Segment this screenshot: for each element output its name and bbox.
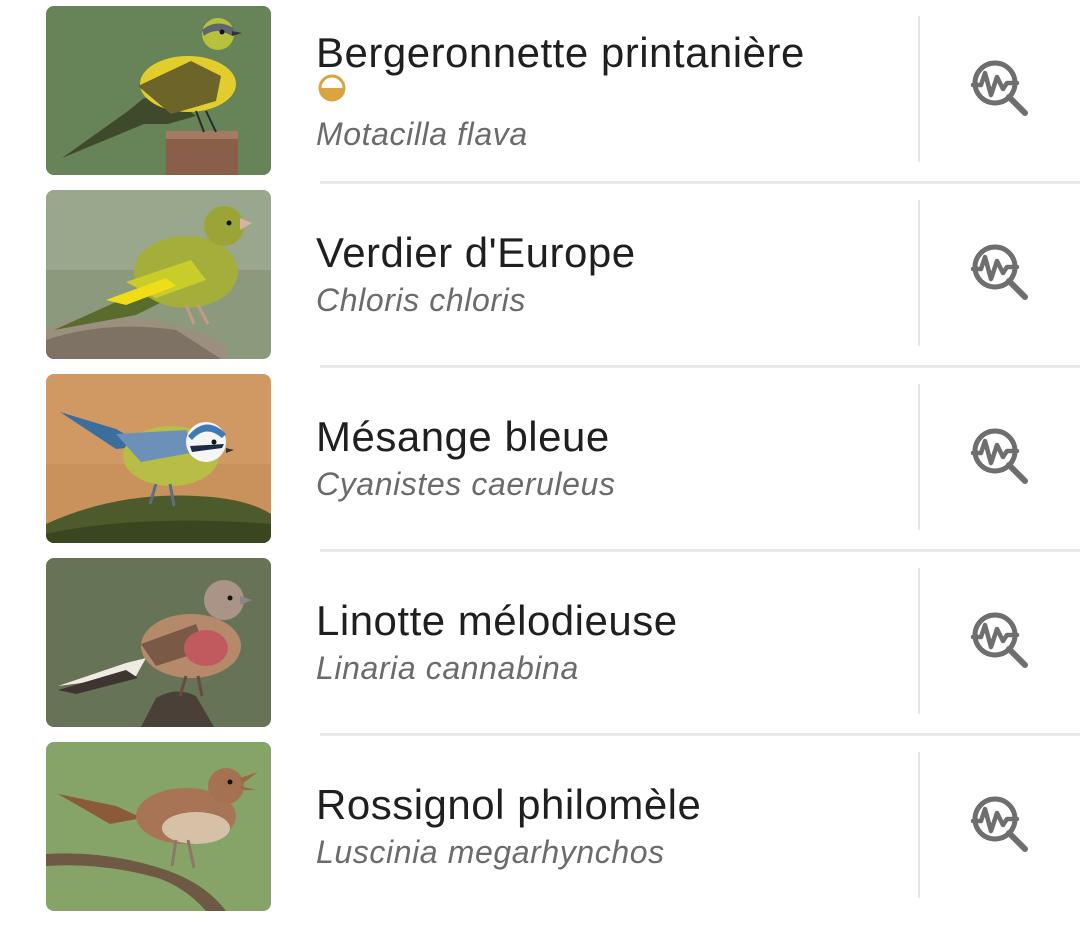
species-list: Bergeronnette printanière Motacilla flav… xyxy=(0,0,1080,945)
vertical-divider xyxy=(918,384,920,530)
greenfinch-photo xyxy=(46,190,271,359)
species-scientific-name: Motacilla flava xyxy=(316,116,528,152)
vertical-divider xyxy=(918,16,920,162)
sonogram-search-icon xyxy=(970,428,1028,484)
blue-tit-photo xyxy=(46,374,271,543)
species-text: Bergeronnette printanière Motacilla flav… xyxy=(316,28,910,154)
species-row-chloris-chloris[interactable]: Verdier d'Europe Chloris chloris xyxy=(0,184,1080,368)
species-common-name: Mésange bleue xyxy=(316,413,610,460)
sonogram-search-icon xyxy=(970,244,1028,300)
sonogram-search-button[interactable] xyxy=(962,234,1038,310)
species-common-name: Rossignol philomèle xyxy=(316,781,702,828)
species-row-luscinia-megarhynchos[interactable]: Rossignol philomèle Luscinia megarhyncho… xyxy=(0,736,1080,920)
species-common-name: Verdier d'Europe xyxy=(316,229,636,276)
species-text: Rossignol philomèle Luscinia megarhyncho… xyxy=(316,780,910,872)
sonogram-search-icon xyxy=(970,60,1028,116)
species-scientific-name: Luscinia megarhynchos xyxy=(316,834,665,870)
vertical-divider xyxy=(918,200,920,346)
sonogram-search-button[interactable] xyxy=(962,418,1038,494)
linnet-photo xyxy=(46,558,271,727)
species-text: Verdier d'Europe Chloris chloris xyxy=(316,228,910,320)
species-scientific-name: Cyanistes caeruleus xyxy=(316,466,616,502)
sonogram-search-button[interactable] xyxy=(962,602,1038,678)
species-row-motacilla-flava[interactable]: Bergeronnette printanière Motacilla flav… xyxy=(0,0,1080,184)
species-scientific-name: Linaria cannabina xyxy=(316,650,579,686)
species-row-linaria-cannabina[interactable]: Linotte mélodieuse Linaria cannabina xyxy=(0,552,1080,736)
half-filled-circle-icon xyxy=(316,74,910,102)
species-common-name: Linotte mélodieuse xyxy=(316,597,678,644)
species-scientific-name: Chloris chloris xyxy=(316,282,526,318)
sonogram-search-button[interactable] xyxy=(962,786,1038,862)
species-common-name: Bergeronnette printanière xyxy=(316,29,805,76)
sonogram-search-icon xyxy=(970,796,1028,852)
sonogram-search-button[interactable] xyxy=(962,50,1038,126)
species-row-cyanistes-caeruleus[interactable]: Mésange bleue Cyanistes caeruleus xyxy=(0,368,1080,552)
species-text: Mésange bleue Cyanistes caeruleus xyxy=(316,412,910,504)
species-text: Linotte mélodieuse Linaria cannabina xyxy=(316,596,910,688)
sonogram-search-icon xyxy=(970,612,1028,668)
vertical-divider xyxy=(918,752,920,898)
vertical-divider xyxy=(918,568,920,714)
yellow-wagtail-photo xyxy=(46,6,271,175)
nightingale-photo xyxy=(46,742,271,911)
